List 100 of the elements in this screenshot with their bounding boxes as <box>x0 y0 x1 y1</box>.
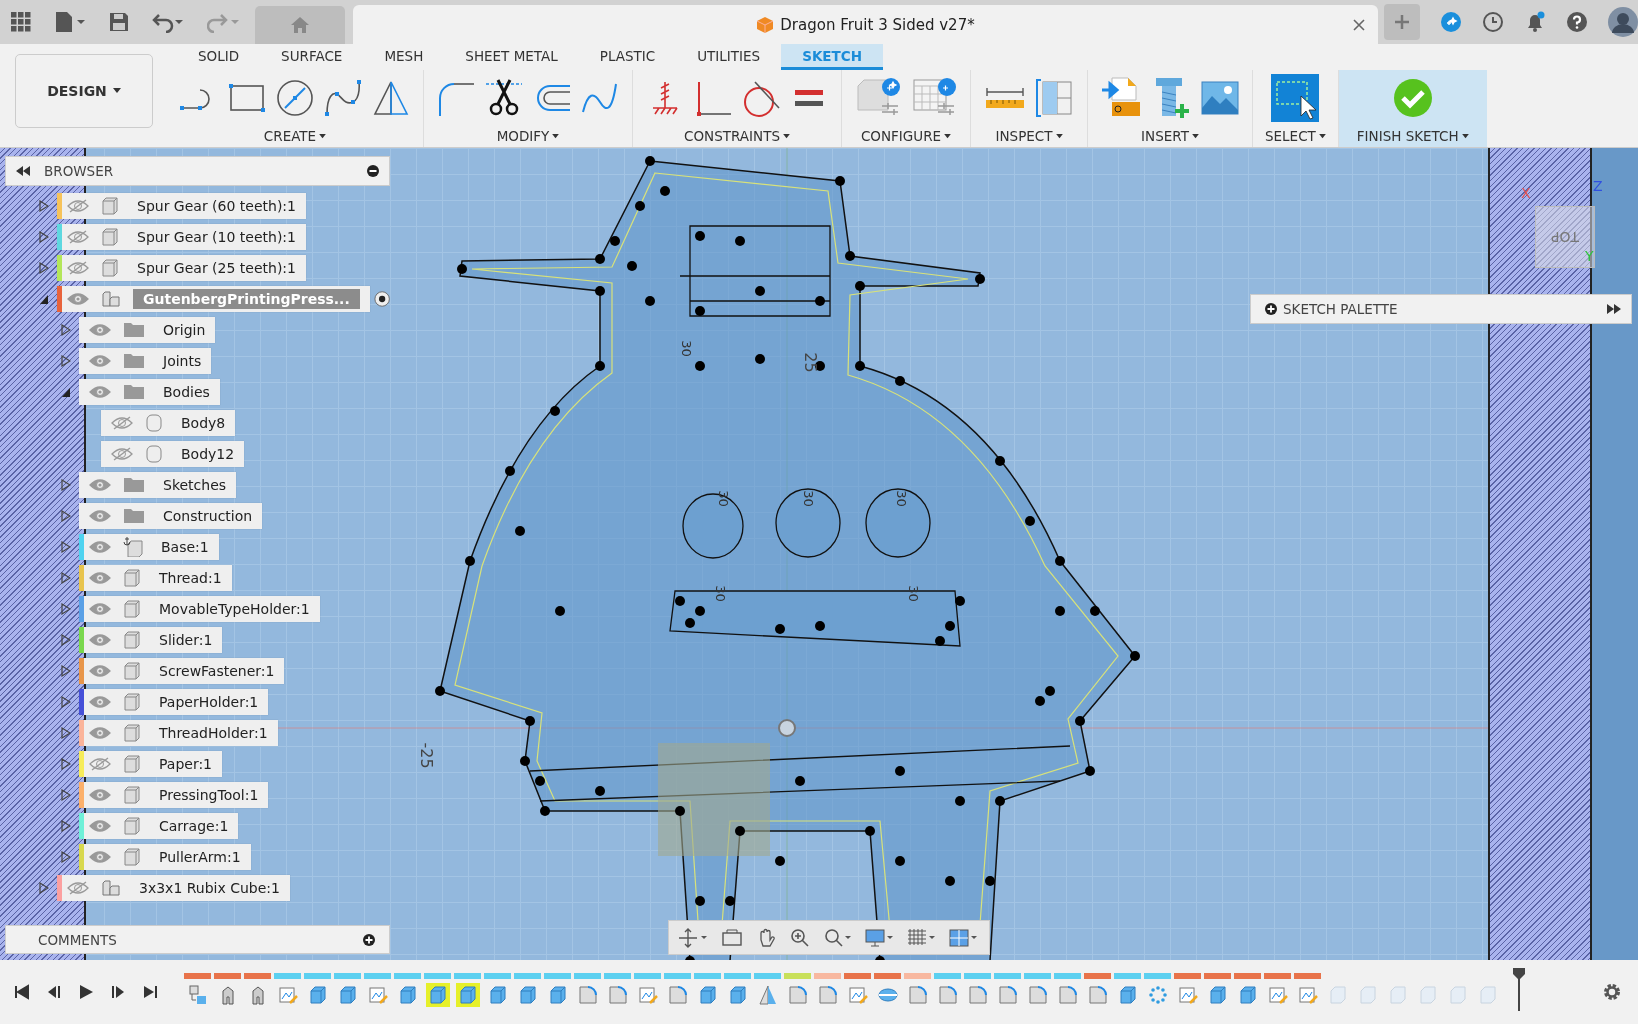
browser-item[interactable]: PaperHolder:1 <box>79 688 269 715</box>
new-tab-button[interactable] <box>1384 4 1420 40</box>
expand-arrow-icon[interactable] <box>61 571 71 584</box>
tool-group-menu[interactable]: FINISH SKETCH <box>1356 128 1469 144</box>
close-icon[interactable] <box>1352 18 1366 32</box>
play-icon[interactable] <box>78 984 94 1000</box>
extensions-icon[interactable] <box>1440 11 1462 33</box>
expand-arrow-icon[interactable] <box>61 726 71 739</box>
expand-arrow-icon[interactable] <box>61 788 71 801</box>
expand-arrow-icon[interactable] <box>61 819 71 832</box>
spline-tool-icon[interactable] <box>323 78 363 118</box>
collapse-icon[interactable] <box>16 166 30 176</box>
tool-group-menu[interactable]: INSPECT <box>995 128 1063 144</box>
visibility-icon[interactable] <box>67 291 89 306</box>
browser-item[interactable]: Paper:1 <box>79 750 223 777</box>
browser-item[interactable]: Spur Gear (60 teeth):1 <box>57 192 306 219</box>
browser-item[interactable]: Base:1 <box>79 533 219 560</box>
grid-settings-icon[interactable] <box>907 927 937 948</box>
expand-arrow-icon[interactable] <box>61 323 71 336</box>
browser-item[interactable]: PullerArm:1 <box>79 843 251 870</box>
browser-item[interactable]: Origin <box>79 316 216 343</box>
tool-group-menu[interactable]: SELECT <box>1265 128 1326 144</box>
avatar-icon[interactable] <box>1608 7 1638 37</box>
browser-item[interactable]: Joints <box>79 347 212 374</box>
expand-arrow-icon[interactable] <box>39 881 49 894</box>
help-icon[interactable] <box>1566 11 1588 33</box>
visibility-icon[interactable] <box>89 663 111 678</box>
orbit-icon[interactable] <box>679 927 709 948</box>
expand-arrow-icon[interactable] <box>39 230 49 243</box>
checkmark-icon[interactable] <box>1392 78 1433 118</box>
visibility-icon[interactable] <box>89 632 111 647</box>
app-grid-icon[interactable] <box>11 12 31 32</box>
file-icon[interactable] <box>53 11 87 33</box>
redo-icon[interactable] <box>207 11 241 33</box>
expand-arrow-icon[interactable] <box>61 509 71 522</box>
viewports-icon[interactable] <box>949 927 979 948</box>
skip-start-icon[interactable] <box>14 984 30 1000</box>
save-icon[interactable] <box>109 12 129 32</box>
expand-icon[interactable] <box>1607 304 1621 314</box>
visibility-icon[interactable] <box>89 353 111 368</box>
browser-item[interactable]: Spur Gear (10 teeth):1 <box>57 223 306 250</box>
ribbon-tab[interactable]: MESH <box>363 44 445 70</box>
visibility-icon[interactable] <box>67 229 89 244</box>
tool-group-menu[interactable]: CREATE <box>263 128 327 144</box>
expand-arrow-icon[interactable] <box>61 354 71 367</box>
expand-arrow-icon[interactable] <box>61 540 71 553</box>
clock-icon[interactable] <box>1482 11 1504 33</box>
add-icon[interactable] <box>1265 303 1277 315</box>
expand-arrow-icon[interactable] <box>39 199 49 212</box>
zoom-window-icon[interactable] <box>823 927 853 948</box>
step-forward-icon[interactable] <box>110 984 126 1000</box>
zoom-icon[interactable] <box>789 927 811 948</box>
visibility-icon[interactable] <box>67 260 89 275</box>
expand-arrow-icon[interactable] <box>61 664 71 677</box>
visibility-icon[interactable] <box>67 880 89 895</box>
visibility-icon[interactable] <box>67 198 89 213</box>
expand-arrow-icon[interactable] <box>61 633 71 646</box>
browser-item[interactable]: MovableTypeHolder:1 <box>79 595 320 622</box>
select-icon[interactable] <box>1271 74 1320 122</box>
visibility-icon[interactable] <box>89 601 111 616</box>
visibility-icon[interactable] <box>89 384 111 399</box>
browser-item[interactable]: 3x3x1 Rubix Cube:1 <box>57 874 290 901</box>
document-tab[interactable]: Dragon Fruit 3 Sided v27* <box>353 5 1378 44</box>
tool-group-menu[interactable]: INSERT <box>1141 128 1199 144</box>
visibility-icon[interactable] <box>89 322 111 337</box>
browser-item[interactable]: Body12 <box>101 440 245 467</box>
timeline-feature[interactable] <box>455 983 480 1007</box>
browser-item[interactable]: Body8 <box>101 409 236 436</box>
settings-icon[interactable] <box>1602 982 1622 1002</box>
add-icon[interactable] <box>363 933 375 946</box>
ribbon-tab[interactable]: SHEET METAL <box>444 44 579 70</box>
browser-item[interactable]: Sketches <box>79 471 237 498</box>
tool-group-menu[interactable]: CONFIGURE <box>860 128 952 144</box>
expand-arrow-icon[interactable] <box>61 695 71 708</box>
image-icon[interactable] <box>1200 78 1240 118</box>
timeline-marker[interactable] <box>1512 967 1526 1011</box>
browser-item[interactable]: Carrage:1 <box>79 812 239 839</box>
visibility-icon[interactable] <box>89 570 111 585</box>
browser-item[interactable]: PressingTool:1 <box>79 781 269 808</box>
tool-group-menu[interactable]: MODIFY <box>496 128 560 144</box>
display-settings-icon[interactable] <box>865 927 895 948</box>
minimize-icon[interactable] <box>367 165 379 177</box>
visibility-icon[interactable] <box>89 849 111 864</box>
expand-arrow-icon[interactable] <box>61 757 71 770</box>
ribbon-tab[interactable]: SOLID <box>177 44 261 70</box>
undo-icon[interactable] <box>151 11 185 33</box>
workspace-switcher[interactable]: DESIGN <box>15 54 153 128</box>
visibility-icon[interactable] <box>89 477 111 492</box>
visibility-icon[interactable] <box>89 818 111 833</box>
visibility-icon[interactable] <box>111 446 133 461</box>
expand-arrow-icon[interactable] <box>61 602 71 615</box>
section-analysis-icon[interactable] <box>1035 78 1075 118</box>
browser-item[interactable]: ThreadHolder:1 <box>79 719 278 746</box>
tool-group-menu[interactable]: CONSTRAINTS <box>684 128 790 144</box>
browser-item[interactable]: Thread:1 <box>79 564 232 591</box>
skip-end-icon[interactable] <box>142 984 158 1000</box>
visibility-icon[interactable] <box>89 787 111 802</box>
visibility-icon[interactable] <box>89 756 111 771</box>
active-radio[interactable] <box>373 289 390 308</box>
browser-item[interactable]: Slider:1 <box>79 626 223 653</box>
